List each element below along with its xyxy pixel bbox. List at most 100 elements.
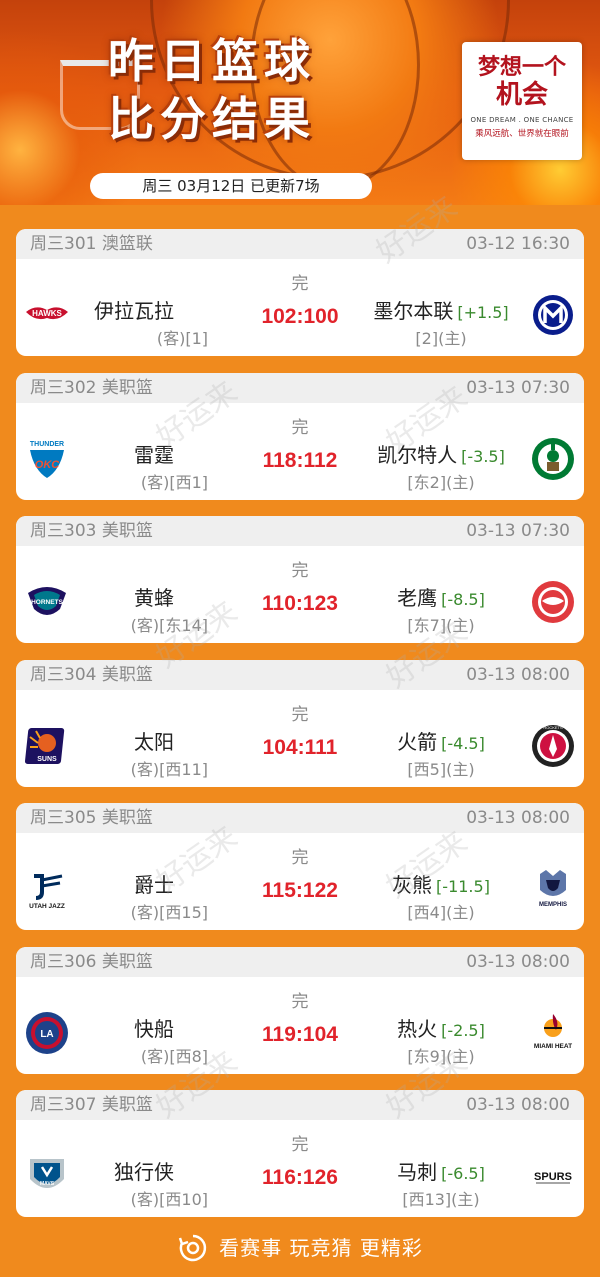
page-title: 昨日篮球 比分结果 xyxy=(108,32,316,148)
home-team-name: 伊拉瓦拉 xyxy=(94,299,174,323)
match-status: 完 xyxy=(291,848,309,868)
match-score: 102:100 xyxy=(261,305,339,328)
handicap-value: [-3.5] xyxy=(461,447,505,466)
home-team-rank: (客)[西10] xyxy=(130,1190,208,1209)
match-header: 周三307 美职篮 03-13 08:00 xyxy=(16,1090,584,1120)
match-code: 周三302 美职篮 xyxy=(30,378,153,398)
away-team-name: 墨尔本联 xyxy=(373,299,454,323)
away-team: 墨尔本联 [+1.5] xyxy=(356,295,526,324)
home-team-name: 雷霆 xyxy=(134,443,174,467)
match-time: 03-13 08:00 xyxy=(466,952,570,972)
match-status: 完 xyxy=(291,274,309,294)
match-card[interactable]: 周三306 美职篮 03-13 08:00 完 LA 快船 (客)[西8] 11… xyxy=(16,947,584,1074)
match-code: 周三304 美职篮 xyxy=(30,665,153,685)
footer-slogan: 看赛事 玩竞猜 更精彩 xyxy=(0,1222,600,1277)
heat-logo: MIAMI HEAT xyxy=(530,1010,576,1056)
match-time: 03-13 08:00 xyxy=(466,1095,570,1115)
title-line-2: 比分结果 xyxy=(108,92,316,146)
match-header: 周三302 美职篮 03-13 07:30 xyxy=(16,373,584,403)
hornets-logo: HORNETS xyxy=(24,579,70,625)
match-card[interactable]: 周三307 美职篮 03-13 08:00 完 MAVS 独行侠 (客)[西10… xyxy=(16,1090,584,1217)
home-team-rank: (客)[1] xyxy=(156,329,208,348)
away-team-name: 老鹰 xyxy=(397,586,438,610)
away-team-rank: [东9](主) xyxy=(407,1047,475,1066)
handicap-value: [-4.5] xyxy=(441,734,485,753)
match-score: 110:123 xyxy=(262,592,338,615)
away-team: 灰熊 [-11.5] xyxy=(356,869,526,898)
handicap-value: [-2.5] xyxy=(441,1021,485,1040)
match-score: 115:122 xyxy=(262,879,338,902)
match-code: 周三303 美职篮 xyxy=(30,521,153,541)
away-team-name: 灰熊 xyxy=(392,873,433,897)
home-team-rank: (客)[西1] xyxy=(140,473,208,492)
match-card[interactable]: 周三301 澳篮联 03-12 16:30 完 HAWKS 伊拉瓦拉 (客)[1… xyxy=(16,229,584,356)
suns-logo: SUNS xyxy=(24,723,70,769)
match-status: 完 xyxy=(291,1135,309,1155)
match-card[interactable]: 周三305 美职篮 03-13 08:00 完 UTAH JAZZ 爵士 (客)… xyxy=(16,803,584,930)
home-team-name: 太阳 xyxy=(134,730,174,754)
home-team-rank: (客)[西15] xyxy=(130,903,208,922)
svg-text:OKC: OKC xyxy=(35,459,61,471)
home-team-name: 独行侠 xyxy=(114,1160,174,1184)
match-code: 周三306 美职篮 xyxy=(30,952,153,972)
match-score: 118:112 xyxy=(262,449,338,472)
footer-text: 看赛事 玩竞猜 更精彩 xyxy=(219,1236,423,1260)
away-team-name: 热火 xyxy=(397,1017,438,1041)
away-team: 老鹰 [-8.5] xyxy=(356,582,526,611)
home-team-rank: (客)[东14] xyxy=(130,616,208,635)
match-time: 03-13 08:00 xyxy=(466,808,570,828)
away-team: 火箭 [-4.5] xyxy=(356,726,526,755)
away-team-rank: [东2](主) xyxy=(407,473,475,492)
away-team-rank: [东7](主) xyxy=(407,616,475,635)
brand-slogan-cn: 乘风远航、世界就在眼前 xyxy=(475,129,569,139)
away-team-rank: [西4](主) xyxy=(407,903,475,922)
match-code: 周三301 澳篮联 xyxy=(30,234,153,254)
home-team-name: 快船 xyxy=(134,1017,174,1041)
away-team-name: 马刺 xyxy=(397,1160,438,1184)
celtics-logo xyxy=(530,436,576,482)
match-status: 完 xyxy=(291,418,309,438)
match-status: 完 xyxy=(291,992,309,1012)
away-team: 热火 [-2.5] xyxy=(356,1013,526,1042)
svg-text:SPURS: SPURS xyxy=(534,1171,572,1183)
away-team: 马刺 [-6.5] xyxy=(356,1156,526,1185)
match-header: 周三306 美职篮 03-13 08:00 xyxy=(16,947,584,977)
home-team-rank: (客)[西8] xyxy=(140,1047,208,1066)
match-header: 周三303 美职篮 03-13 07:30 xyxy=(16,516,584,546)
handicap-value: [-6.5] xyxy=(441,1164,485,1183)
svg-text:THUNDER: THUNDER xyxy=(30,441,64,448)
match-header: 周三305 美职篮 03-13 08:00 xyxy=(16,803,584,833)
match-card[interactable]: 周三304 美职篮 03-13 08:00 完 SUNS 太阳 (客)[西11]… xyxy=(16,660,584,787)
away-team-rank: [西5](主) xyxy=(407,760,475,779)
rockets-logo: ROCKETS xyxy=(530,723,576,769)
svg-text:MIAMI HEAT: MIAMI HEAT xyxy=(534,1043,572,1050)
match-code: 周三305 美职篮 xyxy=(30,808,153,828)
match-card[interactable]: 周三302 美职篮 03-13 07:30 完 THUNDER OKC 雷霆 (客… xyxy=(16,373,584,500)
refresh-icon xyxy=(178,1234,207,1261)
match-card[interactable]: 周三303 美职篮 03-13 07:30 完 HORNETS 黄蜂 (客)[东… xyxy=(16,516,584,643)
away-team-name: 火箭 xyxy=(397,730,438,754)
spurs-logo: SPURS xyxy=(530,1153,576,1199)
brand-logo-line1: 梦想一个 xyxy=(477,54,566,80)
handicap-value: [-8.5] xyxy=(441,590,485,609)
match-score: 116:126 xyxy=(262,1166,338,1189)
svg-text:ROCKETS: ROCKETS xyxy=(543,725,563,730)
svg-text:HORNETS: HORNETS xyxy=(31,599,63,606)
hawks-logo: HAWKS xyxy=(24,292,70,338)
match-time: 03-13 07:30 xyxy=(466,521,570,541)
date-update-badge: 周三 03月12日 已更新7场 xyxy=(90,173,372,199)
svg-text:HAWKS: HAWKS xyxy=(32,309,62,318)
match-score: 119:104 xyxy=(262,1023,338,1046)
brand-slogan-en: ONE DREAM . ONE CHANCE xyxy=(470,116,574,124)
mavericks-logo: MAVS xyxy=(24,1153,70,1199)
svg-text:MEMPHIS: MEMPHIS xyxy=(539,902,567,908)
match-status: 完 xyxy=(291,561,309,581)
match-header: 周三301 澳篮联 03-12 16:30 xyxy=(16,229,584,259)
handicap-value: [+1.5] xyxy=(457,303,509,322)
home-team-name: 黄蜂 xyxy=(134,586,174,610)
svg-text:SUNS: SUNS xyxy=(37,756,57,763)
jazz-logo: UTAH JAZZ xyxy=(24,866,70,912)
grizzlies-logo: MEMPHIS xyxy=(530,866,576,912)
clippers-logo: LA xyxy=(24,1010,70,1056)
match-time: 03-13 08:00 xyxy=(466,665,570,685)
